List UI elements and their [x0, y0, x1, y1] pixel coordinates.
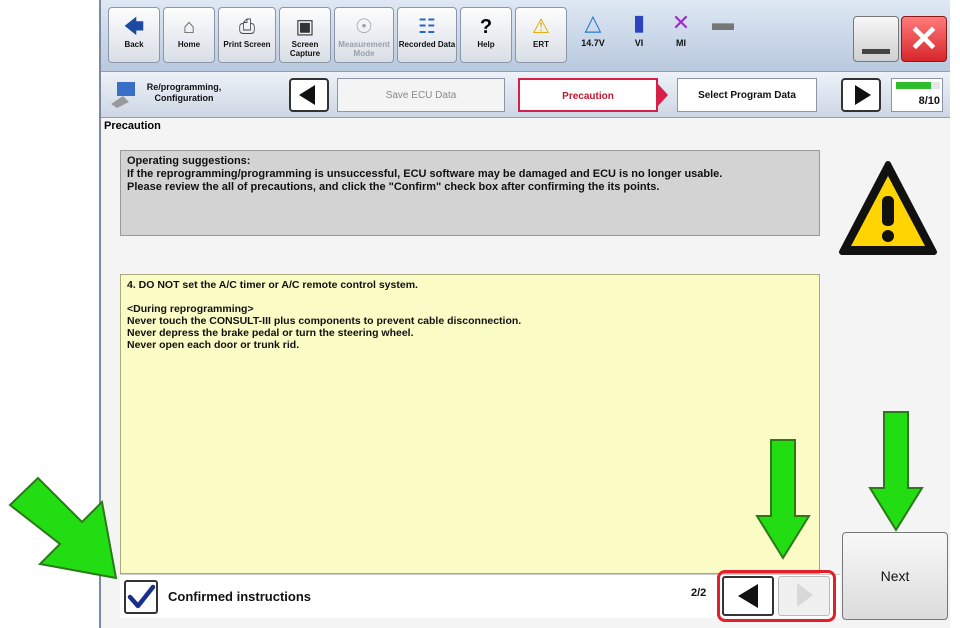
step-forward-button[interactable]	[841, 78, 881, 112]
during-line: Never depress the brake pedal or turn th…	[127, 327, 414, 339]
triangle-right-icon	[855, 85, 871, 105]
back-button[interactable]: 🡄 Back	[108, 7, 160, 63]
suggestions-line: If the reprogramming/programming is unsu…	[127, 168, 723, 180]
close-icon: ✕	[908, 18, 940, 59]
recorded-data-button[interactable]: ☷ Recorded Data	[397, 7, 457, 63]
help-icon: ?	[479, 16, 493, 38]
step-save-ecu-data: Save ECU Data	[337, 78, 505, 112]
section-title: Precaution	[104, 120, 161, 132]
print-screen-button[interactable]: ⎙ Print Screen	[218, 7, 276, 63]
home-button[interactable]: ⌂ Home	[163, 7, 215, 63]
highlight-outline	[717, 570, 836, 622]
vi-icon: ▮	[632, 10, 646, 35]
checkmark-icon	[127, 584, 156, 609]
operating-suggestions-box: Operating suggestions: If the reprogramm…	[120, 150, 820, 236]
during-line: Never touch the CONSULT-III plus compone…	[127, 315, 522, 327]
confirm-label: Confirmed instructions	[168, 589, 312, 604]
vi-indicator: ▮ VI	[619, 8, 659, 48]
car-icon: △	[584, 10, 602, 35]
measurement-icon: ☉	[355, 16, 373, 38]
precaution-text-box: 4. DO NOT set the A/C timer or A/C remot…	[120, 274, 820, 574]
minimize-icon	[862, 49, 890, 54]
progress-indicator: 8/10	[891, 78, 943, 112]
next-button[interactable]: Next	[842, 532, 948, 620]
camera-icon: ▣	[295, 16, 315, 38]
home-icon: ⌂	[182, 16, 196, 38]
green-arrow-icon	[868, 411, 924, 532]
toolbar: 🡄 Back ⌂ Home ⎙ Print Screen ▣ Screen Ca…	[101, 0, 950, 72]
green-arrow-icon	[8, 476, 118, 580]
precaution-item: 4. DO NOT set the A/C timer or A/C remot…	[127, 279, 418, 291]
status-indicator: ▬	[705, 8, 741, 38]
step-precaution: Precaution	[518, 78, 658, 112]
screen-capture-button[interactable]: ▣ Screen Capture	[279, 7, 331, 63]
battery-voltage-indicator: △ 14.7V	[571, 8, 615, 48]
suggestions-heading: Operating suggestions:	[127, 155, 251, 167]
suggestions-line: Please review the all of precautions, an…	[127, 181, 660, 193]
minimize-button[interactable]	[853, 16, 899, 62]
reprogramming-icon	[109, 78, 137, 112]
warning-icon: ⚠	[532, 16, 550, 38]
mi-indicator: ✕ MI	[661, 8, 701, 48]
warning-triangle-icon	[838, 160, 938, 260]
ert-button[interactable]: ⚠ ERT	[515, 7, 567, 63]
green-arrow-icon	[755, 439, 811, 560]
progress-fill	[896, 82, 932, 89]
close-button[interactable]: ✕	[901, 16, 947, 62]
back-arrow-icon: 🡄	[123, 16, 145, 38]
module-label: Re/programming, Configuration	[146, 82, 222, 103]
during-line: Never open each door or trunk rid.	[127, 339, 300, 351]
recorded-data-icon: ☷	[418, 16, 436, 38]
page-indicator: 2/2	[691, 587, 707, 599]
triangle-left-icon	[299, 85, 315, 105]
mi-cross-icon: ✕	[671, 10, 691, 35]
progress-track	[896, 82, 940, 89]
step-back-button[interactable]	[289, 78, 329, 112]
status-icon: ▬	[712, 10, 734, 35]
measurement-mode-button[interactable]: ☉ Measurement Mode	[334, 7, 394, 63]
during-heading: <During reprogramming>	[127, 303, 254, 315]
help-button[interactable]: ? Help	[460, 7, 512, 63]
step-arrow-icon	[658, 84, 668, 106]
step-select-program-data: Select Program Data	[677, 78, 817, 112]
step-bar: Re/programming, Configuration Save ECU D…	[101, 72, 950, 118]
progress-text: 8/10	[918, 95, 940, 107]
printer-icon: ⎙	[239, 16, 255, 38]
